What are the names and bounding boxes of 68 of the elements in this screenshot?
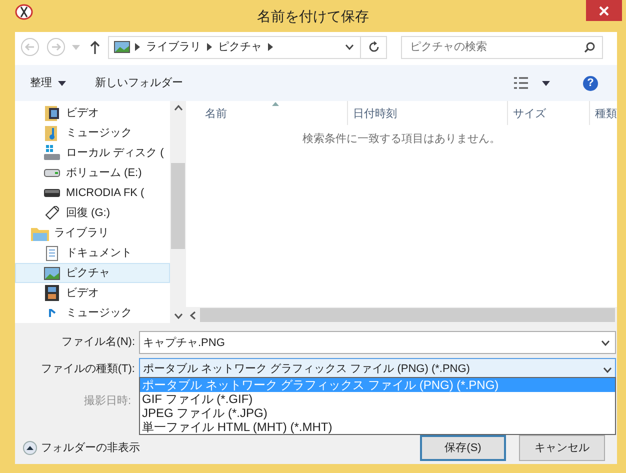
file-type-label: ファイルの種類(T): <box>40 362 136 378</box>
column-header[interactable]: 種類 <box>595 101 625 125</box>
close-icon <box>599 6 609 16</box>
dropdown-option[interactable]: GIF ファイル (*.GIF) <box>140 392 615 406</box>
organize-button[interactable]: 整理 <box>30 74 66 92</box>
drive-icon <box>43 169 61 177</box>
caret-icon[interactable] <box>542 80 550 86</box>
library-folder-icon <box>31 226 49 240</box>
chevron-down-icon <box>603 366 612 372</box>
dropdown-option[interactable]: 単一ファイル HTML (MHT) (*.MHT) <box>140 420 615 434</box>
empty-message: 検索条件に一致する項目はありません。 <box>302 132 500 147</box>
file-name-field[interactable]: キャプチャ.PNG <box>139 331 616 354</box>
scrollbar[interactable] <box>170 101 186 323</box>
refresh-icon[interactable] <box>368 41 380 53</box>
file-name-label: ファイル名(N): <box>60 335 136 350</box>
sidebar-item[interactable]: ドキュメント <box>15 243 170 263</box>
breadcrumb[interactable]: ピクチャ <box>218 38 262 56</box>
picture-icon <box>114 41 130 53</box>
document-icon <box>43 246 61 260</box>
chevron-up-icon[interactable] <box>174 105 182 111</box>
picture-icon <box>43 266 61 280</box>
chevron-down-icon[interactable] <box>345 44 354 50</box>
sidebar-item[interactable]: ピクチャ <box>15 263 170 283</box>
breadcrumb-arrow-icon[interactable] <box>135 43 140 51</box>
scrollbar-thumb[interactable] <box>200 308 615 322</box>
column-header[interactable]: サイズ <box>513 101 587 125</box>
dialog-button[interactable]: 保存(S) <box>420 435 506 461</box>
sidebar-item[interactable]: ミュージック <box>15 123 170 143</box>
help-button[interactable]: ? <box>583 76 598 90</box>
sidebar-item[interactable]: 回復 (G:) <box>15 203 170 223</box>
sidebar-item[interactable]: MICRODIA FK ( <box>15 183 170 203</box>
view-list-icon[interactable] <box>514 77 528 89</box>
drive-icon <box>43 189 61 197</box>
breadcrumb-arrow-icon[interactable] <box>268 43 273 51</box>
chevron-down-icon[interactable] <box>601 340 610 346</box>
drive-icon <box>43 145 61 161</box>
sidebar-item[interactable]: ライブラリ <box>15 223 170 243</box>
close-button[interactable] <box>586 0 622 21</box>
new-folder-button[interactable]: 新しいフォルダー <box>95 74 183 92</box>
app-icon[interactable] <box>15 3 33 21</box>
sidebar-item[interactable]: ビデオ <box>15 283 170 303</box>
window-title: 名前を付けて保存 <box>257 6 369 26</box>
sidebar-item[interactable]: ローカル ディスク ( <box>15 143 170 163</box>
column-header[interactable]: 日付時刻 <box>353 101 505 125</box>
breadcrumb-arrow-icon[interactable] <box>207 43 212 51</box>
search-icon[interactable] <box>584 42 595 52</box>
sidebar-item[interactable]: ボリューム (E:) <box>15 163 170 183</box>
scrollbar-thumb[interactable] <box>171 163 185 249</box>
chevron-down-icon[interactable] <box>174 313 182 319</box>
sort-arrow-icon <box>272 102 279 106</box>
dropdown-option[interactable]: JPEG ファイル (*.JPG) <box>140 406 615 420</box>
sidebar-item[interactable]: ミュージック <box>15 303 170 323</box>
address-bar[interactable]: ライブラリ ピクチャ <box>108 36 387 58</box>
film-icon <box>43 285 61 301</box>
hide-folders-link[interactable]: フォルダーの非表示 <box>41 440 140 456</box>
column-header[interactable]: 名前 <box>205 101 345 125</box>
video-folder-icon <box>43 105 61 121</box>
dialog-button[interactable]: キャンセル <box>519 435 605 461</box>
collapse-icon[interactable] <box>23 440 37 455</box>
date-taken-label: 撮影日時: <box>82 394 132 409</box>
up-arrow-icon[interactable] <box>90 40 100 54</box>
search-field[interactable]: ピクチャの検索 <box>401 36 603 58</box>
horizontal-scrollbar[interactable] <box>186 307 617 323</box>
chevron-left-icon[interactable] <box>190 310 196 320</box>
breadcrumb[interactable]: ライブラリ <box>146 38 201 56</box>
caret-icon <box>58 80 66 86</box>
sidebar-item[interactable]: ビデオ <box>15 103 170 123</box>
usb-drive-icon <box>43 206 61 220</box>
